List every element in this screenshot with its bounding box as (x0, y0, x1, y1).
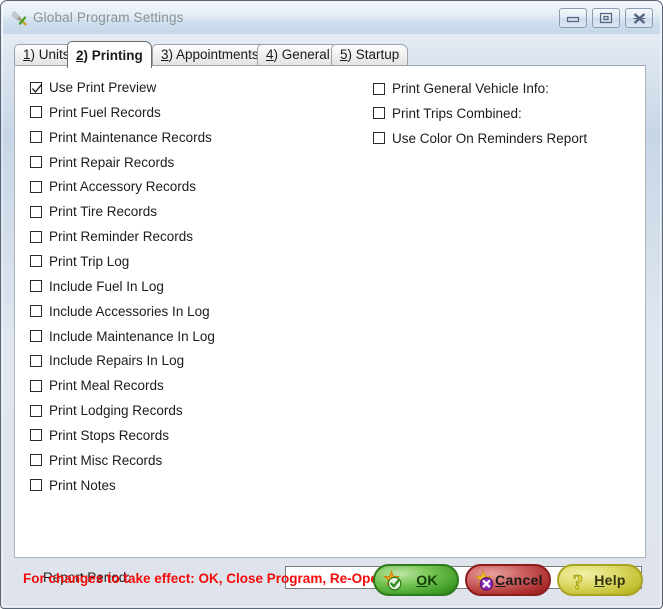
option-label: Print Trips Combined: (392, 105, 522, 121)
window-controls (559, 8, 653, 28)
checkbox-unchecked-icon[interactable] (30, 106, 42, 119)
cancel-button[interactable]: Cancel (465, 564, 551, 596)
checkbox-print-fuel-records[interactable]: Print Fuel Records (30, 105, 161, 120)
option-label: Print Maintenance Records (49, 129, 212, 145)
tab-units-accel: 1 (23, 47, 31, 62)
checkbox-unchecked-icon[interactable] (30, 379, 42, 392)
close-button[interactable] (625, 8, 653, 28)
checkbox-print-meal-records[interactable]: Print Meal Records (30, 378, 164, 393)
checkbox-print-misc-records[interactable]: Print Misc Records (30, 453, 162, 468)
checkbox-unchecked-icon[interactable] (30, 454, 42, 467)
checkbox-unchecked-icon[interactable] (30, 180, 42, 193)
checkbox-print-notes[interactable]: Print Notes (30, 478, 116, 493)
checkbox-include-fuel-in-log[interactable]: Include Fuel In Log (30, 279, 164, 294)
checkbox-print-repair-records[interactable]: Print Repair Records (30, 155, 174, 170)
option-label: Print Fuel Records (49, 104, 161, 120)
checkbox-print-lodging-records[interactable]: Print Lodging Records (30, 403, 183, 418)
checkbox-unchecked-icon[interactable] (30, 156, 42, 169)
checkbox-unchecked-icon[interactable] (373, 132, 385, 145)
tab-printing-accel: 2 (76, 47, 84, 63)
tab-printing[interactable]: 2) Printing (67, 41, 152, 68)
maximize-icon (599, 12, 613, 24)
ok-button-label: K (427, 572, 438, 588)
checkbox-print-stops-records[interactable]: Print Stops Records (30, 428, 169, 443)
option-label: Print Lodging Records (49, 403, 183, 419)
option-label: Print Notes (49, 477, 116, 493)
option-label: Use Print Preview (49, 80, 157, 95)
cancel-button-accel: C (495, 572, 506, 588)
option-label: Print Accessory Records (49, 179, 197, 195)
checkbox-unchecked-icon[interactable] (30, 354, 42, 367)
tools-icon (10, 10, 28, 27)
tab-startup-label: ) Startup (347, 47, 400, 62)
ok-button[interactable]: OK (373, 564, 459, 596)
tab-general-label: ) General (273, 47, 330, 62)
cancel-button-label: ancel (505, 572, 543, 588)
tab-general[interactable]: 4) General (257, 44, 339, 66)
option-label: Include Repairs In Log (49, 353, 185, 369)
tab-appointments-accel: 3 (161, 47, 169, 62)
option-label: Include Accessories In Log (49, 303, 210, 319)
option-label: Print Misc Records (49, 452, 163, 468)
checkbox-unchecked-icon[interactable] (30, 404, 42, 417)
checkbox-unchecked-icon[interactable] (30, 330, 42, 342)
checkbox-unchecked-icon[interactable] (373, 107, 385, 120)
help-button[interactable]: ? Help (557, 564, 643, 596)
checkbox-unchecked-icon[interactable] (373, 82, 385, 95)
checkbox-unchecked-icon[interactable] (30, 280, 42, 293)
title-bar[interactable]: Global Program Settings (3, 3, 660, 34)
checkbox-checked-icon[interactable] (30, 81, 42, 94)
tab-startup[interactable]: 5) Startup (331, 44, 409, 66)
tab-startup-accel: 5 (340, 47, 348, 62)
option-label: Print Reminder Records (49, 229, 194, 245)
checkbox-unchecked-icon[interactable] (30, 429, 42, 442)
checkbox-print-general-vehicle-info[interactable]: Print General Vehicle Info: (373, 81, 549, 96)
checkbox-include-maintenance-in-log[interactable]: Include Maintenance In Log (30, 329, 215, 344)
option-label: Print Trip Log (49, 253, 130, 269)
tab-appointments-label: ) Appointments (168, 47, 259, 62)
minimize-icon (565, 13, 581, 23)
tab-general-accel: 4 (266, 47, 274, 62)
option-label: Include Fuel In Log (49, 278, 164, 294)
checkbox-unchecked-icon[interactable] (30, 255, 42, 268)
checkbox-print-trips-combined[interactable]: Print Trips Combined: (373, 106, 522, 121)
option-label: Print General Vehicle Info: (392, 81, 549, 96)
checkbox-unchecked-icon[interactable] (30, 479, 42, 492)
minimize-button[interactable] (559, 8, 587, 28)
option-label: Print Meal Records (49, 378, 164, 394)
checkbox-include-repairs-in-log[interactable]: Include Repairs In Log (30, 353, 184, 368)
checkbox-print-accessory-records[interactable]: Print Accessory Records (30, 179, 196, 194)
checkbox-print-tire-records[interactable]: Print Tire Records (30, 204, 157, 219)
ok-button-accel: O (416, 572, 428, 588)
printing-options-panel: Use Print Preview Print Fuel Records Print… (14, 65, 646, 589)
close-icon (632, 12, 647, 25)
checkbox-unchecked-icon[interactable] (30, 230, 42, 243)
maximize-button[interactable] (592, 8, 620, 28)
checkbox-use-color-on-reminders-report[interactable]: Use Color On Reminders Report (373, 131, 587, 146)
help-button-accel: H (594, 572, 605, 588)
tab-appointments[interactable]: 3) Appointments (152, 44, 268, 66)
settings-window: Global Program Settings 1) Units 2) Prin… (0, 0, 663, 609)
option-label: Print Repair Records (49, 154, 175, 170)
help-button-label: elp (604, 572, 626, 588)
checkbox-print-trip-log[interactable]: Print Trip Log (30, 254, 129, 269)
checkbox-unchecked-icon[interactable] (30, 131, 42, 144)
option-label: Include Maintenance In Log (49, 328, 215, 344)
option-label: Use Color On Reminders Report (392, 130, 588, 146)
checkbox-unchecked-icon[interactable] (30, 205, 42, 218)
checkbox-use-print-preview[interactable]: Use Print Preview (30, 80, 156, 95)
checkbox-print-reminder-records[interactable]: Print Reminder Records (30, 229, 193, 244)
tab-printing-label: ) Printing (83, 47, 143, 63)
checkbox-unchecked-icon[interactable] (30, 305, 42, 318)
checkbox-print-maintenance-records[interactable]: Print Maintenance Records (30, 130, 212, 145)
option-label: Print Stops Records (49, 427, 170, 443)
restart-note: For changes to take effect: OK, Close Pr… (23, 571, 387, 586)
option-label: Print Tire Records (49, 204, 158, 220)
window-title: Global Program Settings (33, 10, 184, 25)
tab-units-label: ) Units (30, 47, 70, 62)
checkbox-include-accessories-in-log[interactable]: Include Accessories In Log (30, 304, 210, 319)
